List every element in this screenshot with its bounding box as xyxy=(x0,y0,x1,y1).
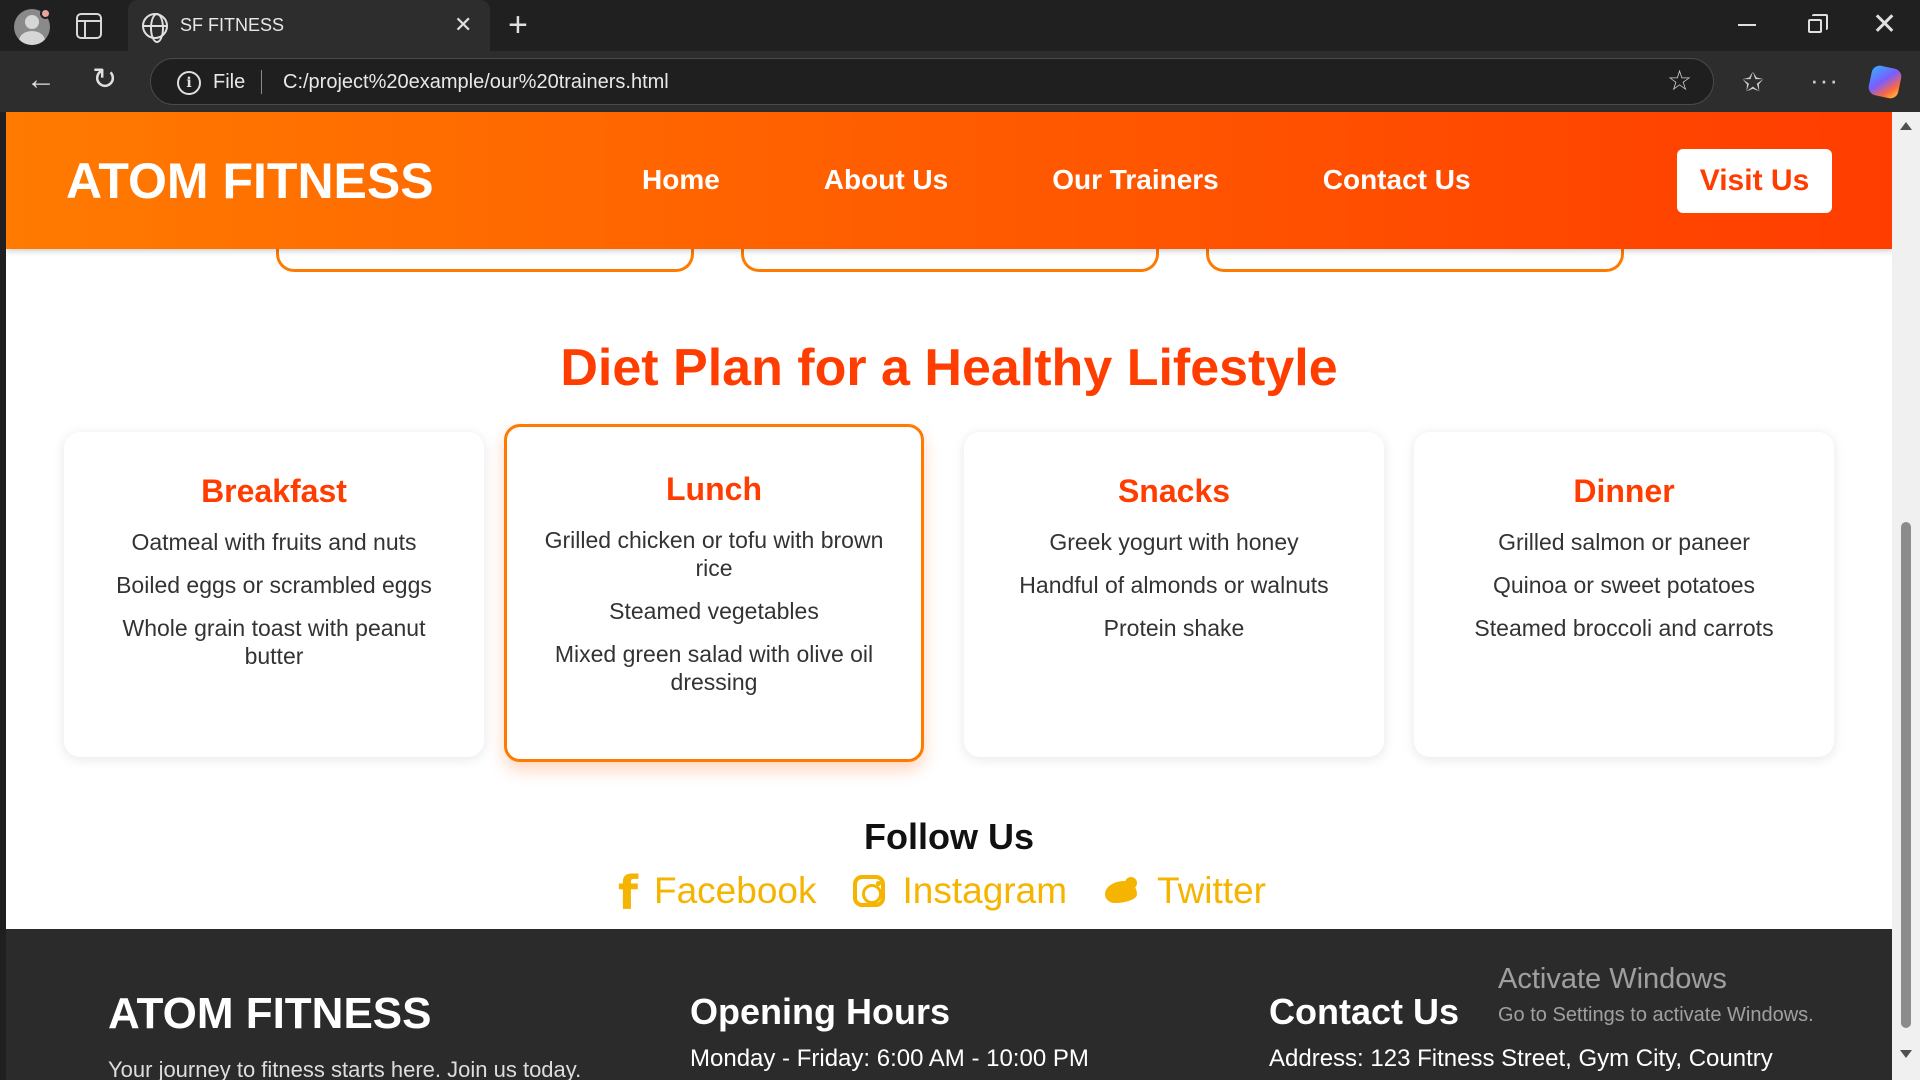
twitter-link[interactable]: Twitter xyxy=(1103,870,1266,912)
nav-our-trainers[interactable]: Our Trainers xyxy=(1052,164,1219,196)
scroll-thumb[interactable] xyxy=(1901,522,1911,1028)
nav-about-us[interactable]: About Us xyxy=(824,164,948,196)
list-item: Protein shake xyxy=(1103,615,1245,641)
more-menu-icon[interactable]: ··· xyxy=(1810,65,1839,95)
favorites-icon[interactable]: ✩ xyxy=(1742,67,1764,97)
list-item: Greek yogurt with honey xyxy=(1049,529,1299,555)
site-info-icon[interactable]: i xyxy=(177,71,201,95)
list-item: Quinoa or sweet potatoes xyxy=(1492,572,1756,598)
opening-hours-title: Opening Hours xyxy=(690,991,950,1032)
site-logo[interactable]: ATOM FITNESS xyxy=(66,152,434,210)
nav-home[interactable]: Home xyxy=(642,164,720,196)
page-scrollbar[interactable] xyxy=(1892,112,1920,1080)
window-close-icon[interactable]: ✕ xyxy=(1872,8,1897,42)
twitter-icon xyxy=(1103,875,1139,907)
tab-title: SF FITNESS xyxy=(180,15,285,35)
diet-card-title: Snacks xyxy=(1117,473,1231,509)
copilot-icon[interactable] xyxy=(1867,64,1903,100)
list-item: Mixed green salad with olive oil dressin… xyxy=(554,641,874,695)
diet-card-snacks[interactable]: Snacks Greek yogurt with honey Handful o… xyxy=(964,432,1384,757)
list-item: Grilled chicken or tofu with brown rice xyxy=(544,527,884,581)
minimize-icon[interactable] xyxy=(1738,24,1756,26)
opening-hours-line: Monday - Friday: 6:00 AM - 10:00 PM xyxy=(690,1045,1089,1072)
footer-logo: ATOM FITNESS xyxy=(108,989,432,1038)
watermark-title: Activate Windows xyxy=(1498,963,1727,995)
facebook-link[interactable]: Facebook xyxy=(618,866,817,920)
reload-button[interactable]: ↻ xyxy=(92,63,117,97)
diet-card-breakfast[interactable]: Breakfast Oatmeal with fruits and nuts B… xyxy=(64,432,484,757)
footer-address: Address: 123 Fitness Street, Gym City, C… xyxy=(1269,1045,1773,1072)
instagram-icon xyxy=(852,875,885,907)
instagram-link[interactable]: Instagram xyxy=(852,870,1068,912)
tab-actions-icon[interactable] xyxy=(76,13,102,39)
main-nav: Home About Us Our Trainers Contact Us xyxy=(642,164,1575,196)
facebook-label: Facebook xyxy=(654,870,817,911)
watermark-subtitle: Go to Settings to activate Windows. xyxy=(1498,1004,1814,1026)
instagram-label: Instagram xyxy=(902,870,1068,911)
url-text[interactable]: C:/project%20example/our%20trainers.html xyxy=(283,71,669,94)
globe-icon xyxy=(142,13,168,43)
address-separator xyxy=(261,70,262,94)
address-bar[interactable]: i File C:/project%20example/our%20traine… xyxy=(150,58,1714,105)
profile-status-icon xyxy=(40,8,51,19)
facebook-icon xyxy=(618,866,638,920)
scroll-down-arrow-icon[interactable] xyxy=(1900,1050,1912,1058)
activate-windows-watermark: Activate Windows Go to Settings to activ… xyxy=(1498,963,1814,1027)
list-item: Oatmeal with fruits and nuts xyxy=(131,529,417,555)
footer-description: Your journey to fitness starts here. Joi… xyxy=(108,1057,582,1080)
footer-contact-title: Contact Us xyxy=(1269,991,1460,1032)
list-item: Grilled salmon or paneer xyxy=(1498,529,1750,555)
list-item: Whole grain toast with peanut butter xyxy=(122,615,426,669)
nav-contact-us[interactable]: Contact Us xyxy=(1323,164,1471,196)
visit-us-button[interactable]: Visit Us xyxy=(1677,149,1832,213)
tab-strip: SF FITNESS ✕ + ✕ xyxy=(0,0,1920,51)
diet-card-title: Breakfast xyxy=(201,473,347,509)
social-links: Facebook Instagram Twitter xyxy=(618,866,1302,920)
tab-close-icon[interactable]: ✕ xyxy=(454,12,472,38)
twitter-label: Twitter xyxy=(1157,870,1266,911)
diet-card-lunch[interactable]: Lunch Grilled chicken or tofu with brown… xyxy=(504,424,924,762)
list-item: Boiled eggs or scrambled eggs xyxy=(116,572,432,598)
restore-icon[interactable] xyxy=(1808,14,1828,33)
follow-us-title: Follow Us xyxy=(864,816,1034,857)
page-viewport: ATOM FITNESS Home About Us Our Trainers … xyxy=(6,112,1892,1080)
new-tab-button[interactable]: + xyxy=(508,8,528,42)
scroll-up-arrow-icon[interactable] xyxy=(1900,122,1912,130)
diet-card-title: Dinner xyxy=(1573,473,1675,509)
browser-tab[interactable]: SF FITNESS ✕ xyxy=(128,0,490,51)
diet-card-title: Lunch xyxy=(666,471,762,507)
list-item: Steamed broccoli and carrots xyxy=(1474,615,1774,641)
back-button[interactable]: ← xyxy=(26,63,56,97)
diet-card-dinner[interactable]: Dinner Grilled salmon or paneer Quinoa o… xyxy=(1414,432,1834,757)
favorite-star-icon[interactable]: ☆ xyxy=(1667,66,1692,96)
diet-plan-title: Diet Plan for a Healthy Lifestyle xyxy=(560,339,1338,397)
list-item: Steamed vegetables xyxy=(609,598,819,624)
scheme-label: File xyxy=(213,71,246,93)
list-item: Handful of almonds or walnuts xyxy=(1019,572,1329,598)
browser-toolbar: ← ↻ i File C:/project%20example/our%20tr… xyxy=(0,51,1920,112)
site-header: ATOM FITNESS Home About Us Our Trainers … xyxy=(6,112,1892,249)
